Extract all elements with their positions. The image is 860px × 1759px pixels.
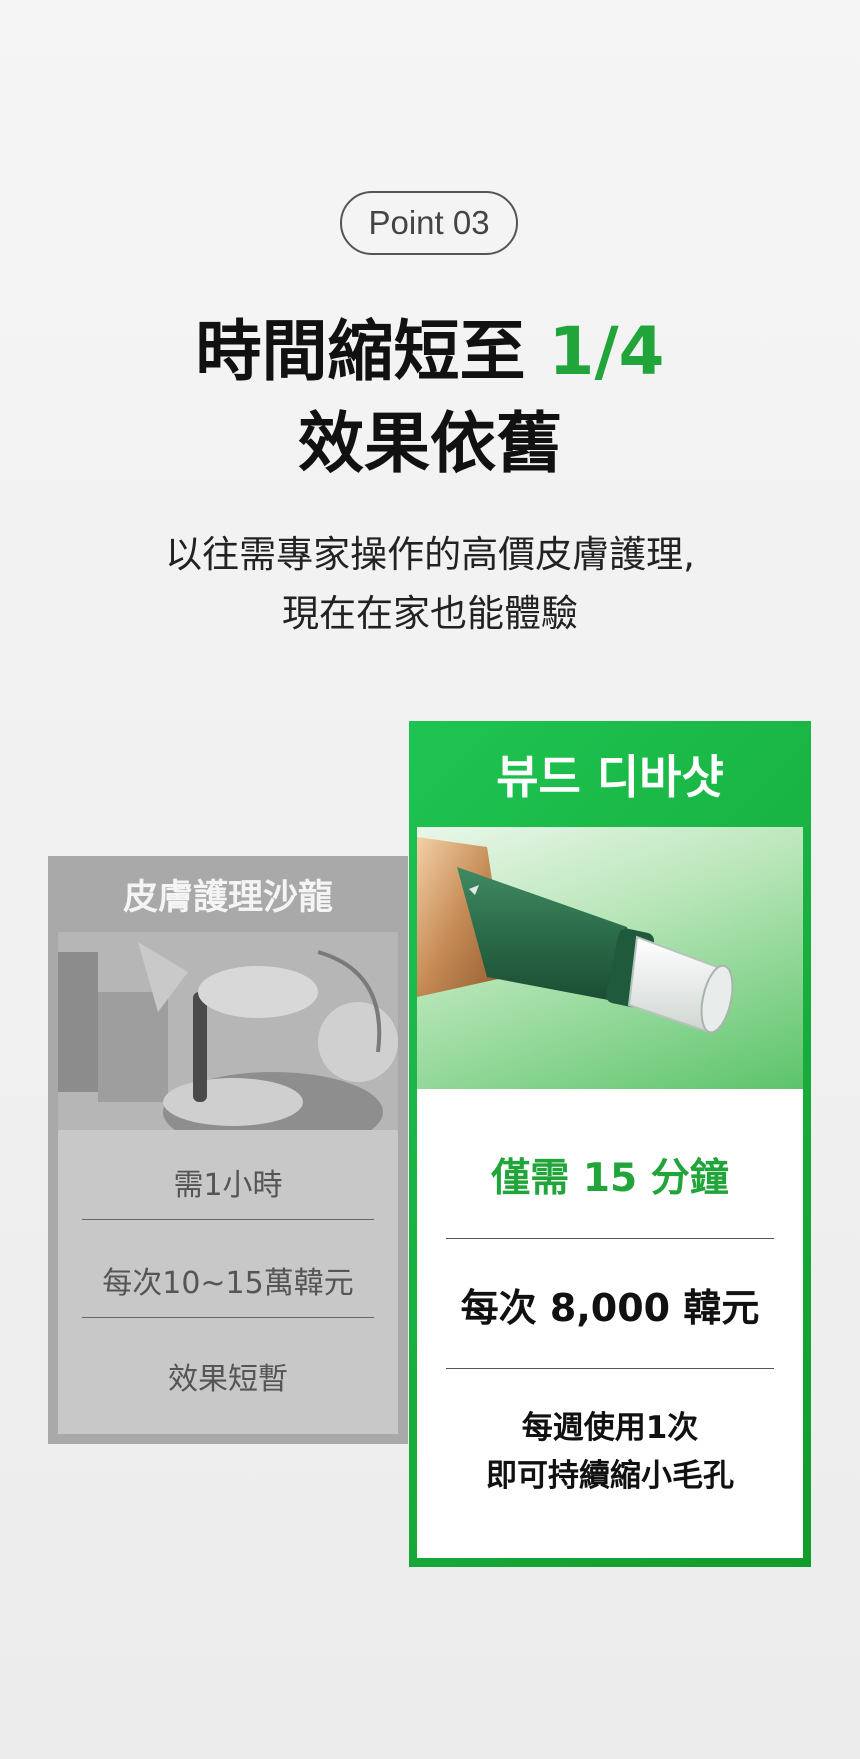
salon-card-title: 皮膚護理沙龍	[122, 877, 333, 918]
divider	[446, 1368, 774, 1369]
divider	[82, 1219, 374, 1220]
salon-treatment-photo	[58, 932, 398, 1130]
salon-card-body: 需1小時 每次10~15萬韓元 效果短暫	[58, 932, 398, 1434]
page-title: 時間縮短至 1/4 效果依舊	[0, 306, 860, 490]
product-usage: 每週使用1次 即可持續縮小毛孔	[417, 1404, 803, 1500]
product-price: 每次 8,000 韓元	[460, 1286, 760, 1330]
product-card-title: 뷰드 디바샷	[496, 750, 724, 804]
product-card-body: 僅需 15 分鐘 每次 8,000 韓元 每週使用1次 即可持續縮小毛孔	[417, 827, 803, 1558]
salon-time: 需1小時	[173, 1168, 283, 1203]
divider	[446, 1238, 774, 1239]
title-line1: 時間縮短至	[195, 313, 549, 390]
device-photo	[417, 827, 803, 1089]
salon-card: 皮膚護理沙龍 需1小時 每次10~15萬韓元 效果短暫	[48, 856, 408, 1444]
salon-price: 每次10~15萬韓元	[102, 1266, 354, 1301]
product-card: 뷰드 디바샷 僅需 15 分鐘 每次 8,000 韓元 每週使用1次 即可持續縮…	[409, 721, 811, 1567]
salon-effect: 效果短暫	[168, 1362, 288, 1397]
point-badge: Point 03	[340, 191, 518, 255]
product-time: 僅需 15 分鐘	[491, 1156, 729, 1201]
product-usage-line1: 每週使用1次	[521, 1410, 699, 1446]
divider	[82, 1317, 374, 1318]
subtitle-line1: 以往需專家操作的高價皮膚護理,	[165, 533, 695, 576]
subtitle-line2: 現在在家也能體驗	[282, 592, 578, 635]
product-usage-line2: 即可持續縮小毛孔	[486, 1458, 734, 1494]
title-line2: 效果依舊	[298, 405, 562, 482]
title-accent: 1/4	[548, 313, 665, 390]
subtitle: 以往需專家操作的高價皮膚護理, 現在在家也能體驗	[0, 525, 860, 643]
